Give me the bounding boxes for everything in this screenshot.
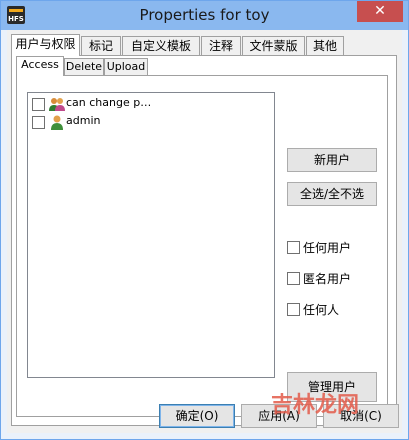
tab-comment[interactable]: 注释 xyxy=(201,36,241,55)
option-label: 任何用户 xyxy=(303,241,352,255)
properties-window: HFS Properties for toy ✕ 用户与权限 标记 自定义模板 … xyxy=(0,0,409,440)
select-all-button[interactable]: 全选/全不选 xyxy=(287,182,377,206)
anonymous-user-checkbox[interactable] xyxy=(287,272,300,285)
option-label: 任何人 xyxy=(303,303,340,317)
ok-button[interactable]: 确定(O) xyxy=(159,404,235,428)
users-permissions-panel: Access Delete Upload can change p… admin… xyxy=(11,55,397,426)
new-user-button[interactable]: 新用户 xyxy=(287,148,377,172)
window-title: Properties for toy xyxy=(139,6,270,24)
any-user-checkbox[interactable] xyxy=(287,241,300,254)
anyone-checkbox[interactable] xyxy=(287,303,300,316)
user-checkbox[interactable] xyxy=(32,98,45,111)
dialog-body: 用户与权限 标记 自定义模板 注释 文件蒙版 其他 Access Delete … xyxy=(7,30,402,433)
user-list[interactable]: can change p… admin xyxy=(27,92,275,378)
user-label: admin xyxy=(66,114,101,127)
close-button[interactable]: ✕ xyxy=(357,1,403,22)
tab-users-permissions[interactable]: 用户与权限 xyxy=(11,34,80,56)
user-label: can change p… xyxy=(66,96,152,109)
subtab-upload[interactable]: Upload xyxy=(104,58,148,75)
subtab-delete[interactable]: Delete xyxy=(64,58,104,75)
option-label: 匿名用户 xyxy=(303,272,352,286)
tab-custom-template[interactable]: 自定义模板 xyxy=(122,36,200,55)
watermark: 吉林龙网 xyxy=(271,393,360,418)
tab-marks[interactable]: 标记 xyxy=(81,36,121,55)
list-item[interactable]: can change p… xyxy=(32,95,268,113)
access-panel: can change p… admin 新用户 全选/全不选 任何用户 匿名用户… xyxy=(16,75,388,417)
title-bar[interactable]: HFS Properties for toy ✕ xyxy=(1,1,408,30)
tab-other[interactable]: 其他 xyxy=(306,36,344,55)
user-icon xyxy=(51,115,63,130)
subtab-access[interactable]: Access xyxy=(16,56,64,76)
list-item[interactable]: admin xyxy=(32,113,268,131)
tab-file-mask[interactable]: 文件蒙版 xyxy=(242,36,305,55)
user-group-icon xyxy=(49,98,65,111)
user-checkbox[interactable] xyxy=(32,116,45,129)
